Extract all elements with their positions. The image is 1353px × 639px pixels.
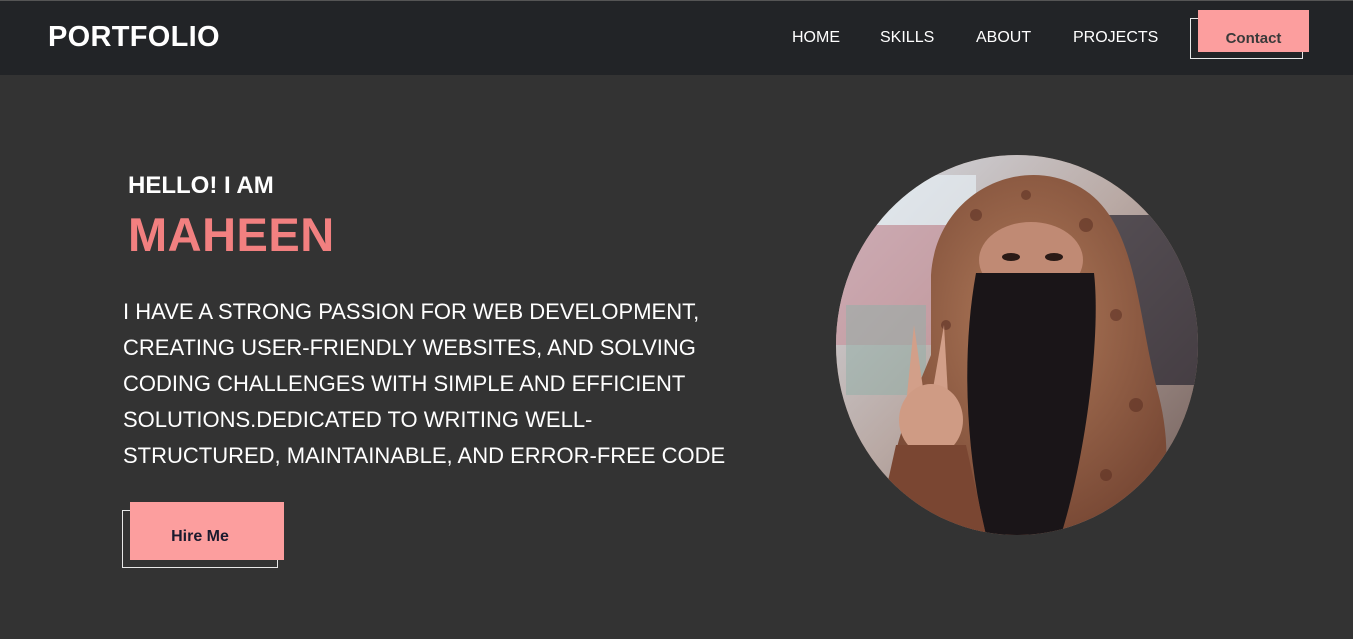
nav-links: HOME SKILLS ABOUT PROJECTS [0, 29, 1353, 49]
hero-bio: I HAVE A STRONG PASSION FOR WEB DEVELOPM… [123, 299, 726, 468]
nav-about-link[interactable]: ABOUT [976, 29, 1031, 47]
profile-photo-illustration [836, 155, 1198, 535]
nav-home-link[interactable]: HOME [792, 29, 840, 47]
page: PORTFOLIO HOME SKILLS ABOUT PROJECTS Con… [0, 0, 1353, 639]
nav-projects-link[interactable]: PROJECTS [1073, 29, 1158, 47]
hero-name: MAHEEN [128, 208, 335, 261]
hero-greeting: HELLO! I AM [128, 172, 274, 199]
contact-button[interactable]: Contact [1198, 10, 1309, 52]
hire-me-button[interactable]: Hire Me [130, 502, 284, 560]
profile-photo [836, 155, 1198, 535]
navbar: PORTFOLIO HOME SKILLS ABOUT PROJECTS Con… [0, 0, 1353, 75]
nav-skills-link[interactable]: SKILLS [880, 29, 934, 47]
